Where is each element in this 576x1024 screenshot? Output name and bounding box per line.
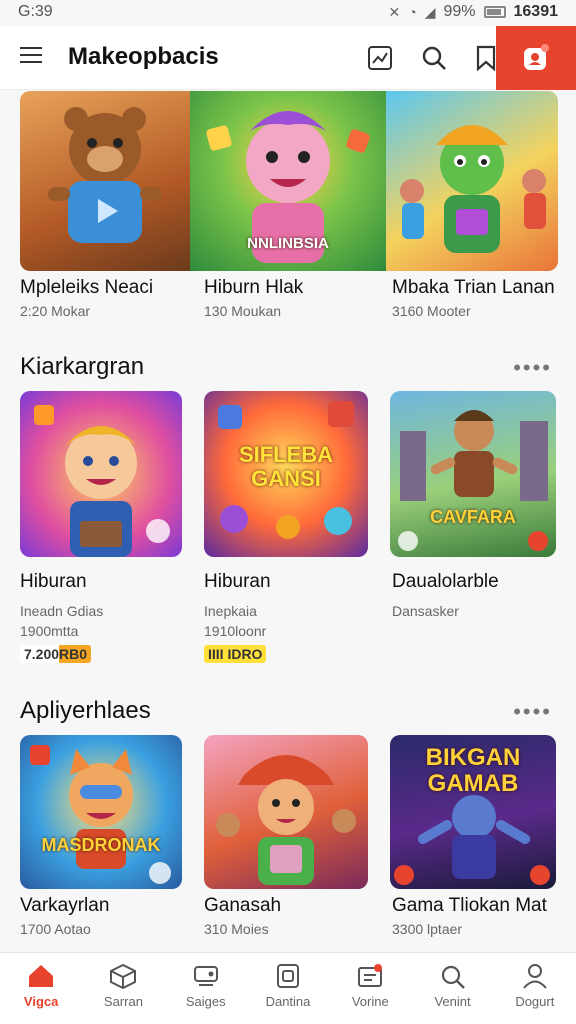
image-icon[interactable] — [364, 42, 396, 74]
card-detail: Inepkaia — [204, 603, 257, 619]
status-bar: G:39 ✕ ◔ ◢ 99% 16391 — [0, 0, 576, 26]
app-art: BIKGAN GAMAB — [390, 735, 556, 889]
card-subtitle: 1700 Aotao — [20, 921, 91, 937]
featured-art — [386, 91, 558, 271]
card-detail: 1910loonr — [204, 623, 267, 639]
app-card[interactable]: MASDRONAK Varkayrlan 1700 Aotao — [20, 735, 182, 945]
nav-label: Sarran — [103, 994, 143, 1009]
more-button[interactable]: •••• — [513, 699, 552, 725]
card-title: Daualolarble — [392, 571, 499, 592]
box-icon — [276, 964, 299, 988]
nav-label: Venint — [434, 994, 471, 1009]
featured-card[interactable]: Mpleleiks Neaci 2:20 Mokar — [20, 91, 190, 331]
card-subtitle: 310 Moies — [204, 921, 269, 937]
user-icon — [523, 964, 547, 989]
nav-item-vorine[interactable]: Vorine — [329, 953, 411, 1024]
card-subtitle: 2:20 Mokar — [20, 303, 91, 319]
app-art: CAVFARA — [390, 391, 556, 557]
app-card[interactable]: SIFLEBA GANSI Hiburan Inepkaia 1910loonr… — [204, 391, 368, 681]
home-icon — [29, 965, 54, 987]
wifi-icon: ◔ — [408, 4, 417, 20]
card-subtitle: 130 Moukan — [204, 303, 282, 319]
card-title: Hiburan — [204, 571, 271, 592]
card-title: Mpleleiks Neaci — [20, 277, 154, 298]
mute-icon: ✕ — [388, 3, 401, 20]
signal-icon: ◢ — [424, 3, 436, 20]
card-detail: 1900mtta — [20, 623, 79, 639]
content[interactable]: Mpleleiks Neaci 2:20 Mokar NNLINBSIA Hib… — [0, 91, 576, 951]
status-time: G:39 — [18, 3, 53, 20]
nav-item-venint[interactable]: Venint — [411, 953, 493, 1024]
card-title: Gama Tliokan Mat — [392, 895, 547, 916]
nav-label: Saiges — [185, 994, 226, 1009]
app-art: SIFLEBA GANSI — [204, 391, 368, 557]
card-title: Ganasah — [204, 895, 282, 916]
app-card[interactable]: Ganasah 310 Moies — [204, 735, 368, 945]
art-text: MASDRONAK — [41, 835, 161, 855]
app-card[interactable]: BIKGAN GAMAB Gama Tliokan Mat 3300 lptae… — [390, 735, 556, 945]
inbox-icon — [358, 964, 383, 987]
featured-art — [20, 91, 190, 271]
nav-item-saiges[interactable]: Saiges — [165, 953, 247, 1024]
nav-item-dantina[interactable]: Dantina — [247, 953, 329, 1024]
app-title: Makeopbacis — [68, 43, 219, 70]
card-detail: Dansasker — [392, 603, 459, 619]
tag-icon — [193, 966, 218, 986]
app-card[interactable]: CAVFARA Daualolarble Dansasker — [390, 391, 556, 681]
app-art: MASDRONAK — [20, 735, 182, 889]
menu-icon[interactable] — [20, 47, 42, 65]
price-tag: 7.200RB0 — [20, 645, 92, 663]
nav-label: Vigca — [23, 994, 59, 1009]
battery-icon — [483, 6, 506, 18]
search-icon[interactable] — [418, 42, 450, 74]
card-title: Mbaka Trian Lanan — [392, 277, 555, 298]
art-text: SIFLEBA GANSI — [238, 442, 334, 491]
account-button[interactable] — [496, 26, 576, 90]
card-detail: Ineadn Gdias — [20, 603, 104, 619]
status-clock: 16391 — [513, 3, 559, 20]
app-bar: Makeopbacis — [0, 26, 576, 90]
art-text: BIKGAN GAMAB — [425, 744, 521, 797]
nav-item-home[interactable]: Vigca — [0, 953, 82, 1024]
app-art — [20, 391, 182, 557]
art-text: CAVFARA — [430, 507, 516, 527]
featured-card[interactable]: Mbaka Trian Lanan 3160 Mooter — [386, 91, 558, 331]
art-text: NNLINBSIA — [247, 235, 329, 252]
card-title: Hiburan — [20, 571, 87, 592]
featured-art: NNLINBSIA — [190, 91, 386, 271]
cube-icon — [110, 963, 137, 989]
battery-percent: 99% — [443, 3, 476, 20]
app-card[interactable]: Hiburan Ineadn Gdias 1900mtta 7.200RB0 — [20, 391, 182, 681]
nav-label: Vorine — [351, 994, 389, 1009]
nav-item-sarran[interactable]: Sarran — [82, 953, 164, 1024]
bottom-nav: Vigca Sarran Saiges Dantina Vorine Venin… — [0, 952, 576, 1024]
featured-card[interactable]: NNLINBSIA Hiburn Hlak 130 Moukan — [190, 91, 386, 331]
app-art — [204, 735, 368, 889]
more-button[interactable]: •••• — [513, 355, 552, 381]
card-title: Hiburn Hlak — [204, 277, 304, 298]
search-icon — [441, 965, 465, 989]
section-title: Kiarkargran — [20, 353, 145, 380]
account-icon — [524, 44, 549, 70]
card-title: Varkayrlan — [20, 895, 110, 916]
price-tag: IIII IDRO — [204, 645, 267, 663]
nav-label: Dantina — [265, 994, 311, 1009]
nav-item-dogurt[interactable]: Dogurt — [494, 953, 576, 1024]
card-subtitle: 3160 Mooter — [392, 303, 471, 319]
card-subtitle: 3300 lptaer — [392, 921, 463, 937]
nav-label: Dogurt — [515, 994, 555, 1009]
section-title: Apliyerhlaes — [20, 697, 151, 724]
